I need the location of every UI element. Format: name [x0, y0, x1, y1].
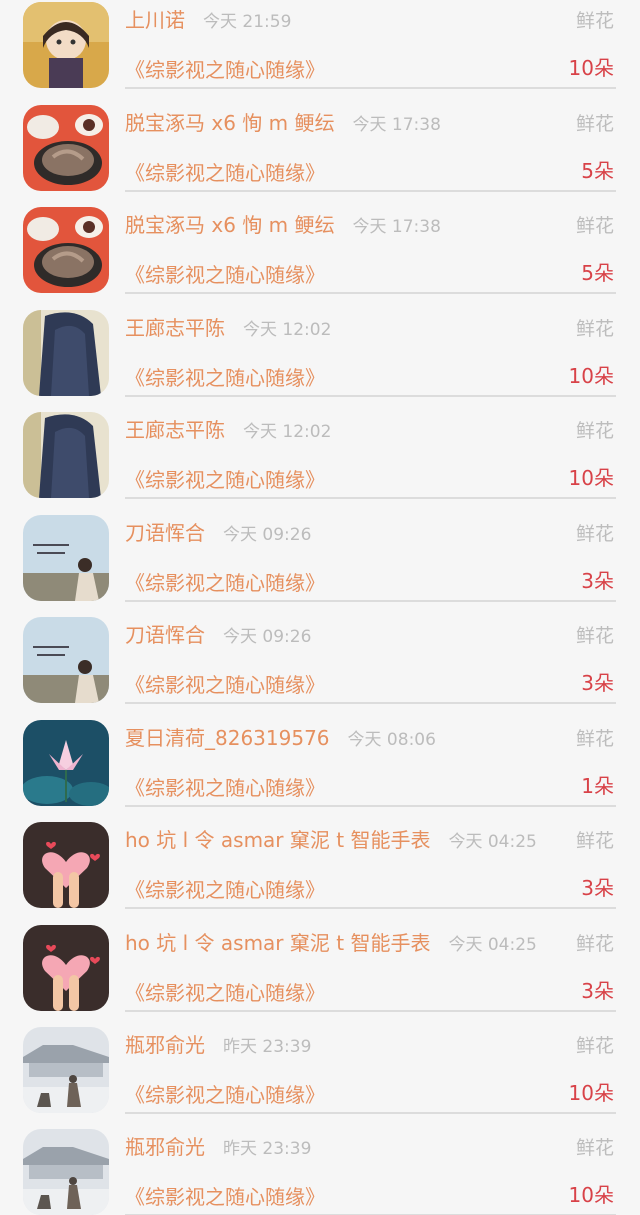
timestamp: 今天 08:06: [347, 730, 436, 750]
avatar[interactable]: [23, 1027, 109, 1113]
gift-type: 鲜花: [575, 933, 614, 955]
flower-count: 1朵: [581, 774, 614, 798]
gift-type: 鲜花: [575, 523, 614, 545]
book-title[interactable]: 《综影视之随心随缘》: [125, 259, 325, 288]
user-name: 王廊志平陈 今天 12:02: [125, 418, 332, 442]
list-item[interactable]: 上川诺 今天 21:59 鲜花 《综影视之随心随缘》 10朵: [0, 0, 640, 102]
gift-type: 鲜花: [575, 10, 614, 32]
gift-type: 鲜花: [575, 113, 614, 135]
gift-type: 鲜花: [575, 625, 614, 647]
divider: [125, 395, 616, 397]
gift-type: 鲜花: [575, 728, 614, 750]
avatar[interactable]: [23, 105, 109, 191]
book-title[interactable]: 《综影视之随心随缘》: [125, 1079, 325, 1108]
divider: [125, 600, 616, 602]
flower-count: 3朵: [581, 979, 614, 1003]
flower-gift-list: 上川诺 今天 21:59 鲜花 《综影视之随心随缘》 10朵 脱宝涿马 x6 恂 …: [0, 0, 640, 1215]
divider: [125, 907, 616, 909]
avatar[interactable]: [23, 925, 109, 1011]
list-item[interactable]: ho 坑 l 令 asmar 窠泥 t 智能手表 今天 04:25 鲜花 《综影视…: [0, 923, 640, 1025]
user-name: ho 坑 l 令 asmar 窠泥 t 智能手表 今天 04:25: [125, 931, 537, 955]
list-item[interactable]: 瓶邪俞光 昨天 23:39 鲜花 《综影视之随心随缘》 10朵: [0, 1127, 640, 1215]
flower-count: 5朵: [581, 159, 614, 183]
book-title[interactable]: 《综影视之随心随缘》: [125, 362, 325, 391]
book-title[interactable]: 《综影视之随心随缘》: [125, 464, 325, 493]
divider: [125, 190, 616, 192]
avatar[interactable]: [23, 515, 109, 601]
flower-count: 3朵: [581, 569, 614, 593]
flower-count: 3朵: [581, 671, 614, 695]
user-name: 刀语恽合 今天 09:26: [125, 521, 312, 545]
user-name: ho 坑 l 令 asmar 窠泥 t 智能手表 今天 04:25: [125, 828, 537, 852]
divider: [125, 1112, 616, 1114]
book-title[interactable]: 《综影视之随心随缘》: [125, 874, 325, 903]
avatar[interactable]: [23, 310, 109, 396]
flower-count: 10朵: [568, 364, 614, 388]
list-item[interactable]: 脱宝涿马 x6 恂 m 鲠纭 今天 17:38 鲜花 《综影视之随心随缘》 5朵: [0, 103, 640, 205]
list-item[interactable]: 脱宝涿马 x6 恂 m 鲠纭 今天 17:38 鲜花 《综影视之随心随缘》 5朵: [0, 205, 640, 307]
gift-type: 鲜花: [575, 420, 614, 442]
avatar[interactable]: [23, 2, 109, 88]
divider: [125, 87, 616, 89]
timestamp: 今天 09:26: [223, 525, 312, 545]
user-name: 脱宝涿马 x6 恂 m 鲠纭 今天 17:38: [125, 111, 441, 135]
avatar[interactable]: [23, 207, 109, 293]
timestamp: 今天 12:02: [243, 422, 332, 442]
user-name: 瓶邪俞光 昨天 23:39: [125, 1135, 312, 1159]
timestamp: 今天 12:02: [243, 320, 332, 340]
divider: [125, 1010, 616, 1012]
flower-count: 10朵: [568, 56, 614, 80]
book-title[interactable]: 《综影视之随心随缘》: [125, 669, 325, 698]
timestamp: 昨天 23:39: [223, 1139, 312, 1159]
book-title[interactable]: 《综影视之随心随缘》: [125, 772, 325, 801]
timestamp: 今天 21:59: [203, 12, 292, 32]
divider: [125, 805, 616, 807]
list-item[interactable]: 王廊志平陈 今天 12:02 鲜花 《综影视之随心随缘》 10朵: [0, 308, 640, 410]
gift-type: 鲜花: [575, 1137, 614, 1159]
gift-type: 鲜花: [575, 215, 614, 237]
avatar[interactable]: [23, 720, 109, 806]
book-title[interactable]: 《综影视之随心随缘》: [125, 977, 325, 1006]
avatar[interactable]: [23, 1129, 109, 1215]
avatar[interactable]: [23, 617, 109, 703]
flower-count: 3朵: [581, 876, 614, 900]
flower-count: 10朵: [568, 466, 614, 490]
user-name: 夏日清荷_826319576 今天 08:06: [125, 726, 436, 750]
user-name: 刀语恽合 今天 09:26: [125, 623, 312, 647]
gift-type: 鲜花: [575, 318, 614, 340]
timestamp: 今天 17:38: [352, 217, 441, 237]
list-item[interactable]: 王廊志平陈 今天 12:02 鲜花 《综影视之随心随缘》 10朵: [0, 410, 640, 512]
list-item[interactable]: 夏日清荷_826319576 今天 08:06 鲜花 《综影视之随心随缘》 1朵: [0, 718, 640, 820]
book-title[interactable]: 《综影视之随心随缘》: [125, 1181, 325, 1210]
timestamp: 昨天 23:39: [223, 1037, 312, 1057]
gift-type: 鲜花: [575, 830, 614, 852]
timestamp: 今天 04:25: [448, 935, 537, 955]
avatar[interactable]: [23, 822, 109, 908]
timestamp: 今天 04:25: [448, 832, 537, 852]
flower-count: 5朵: [581, 261, 614, 285]
list-item[interactable]: 刀语恽合 今天 09:26 鲜花 《综影视之随心随缘》 3朵: [0, 513, 640, 615]
user-name: 瓶邪俞光 昨天 23:39: [125, 1033, 312, 1057]
book-title[interactable]: 《综影视之随心随缘》: [125, 54, 325, 83]
book-title[interactable]: 《综影视之随心随缘》: [125, 567, 325, 596]
list-item[interactable]: ho 坑 l 令 asmar 窠泥 t 智能手表 今天 04:25 鲜花 《综影视…: [0, 820, 640, 922]
flower-count: 10朵: [568, 1081, 614, 1105]
divider: [125, 292, 616, 294]
timestamp: 今天 17:38: [352, 115, 441, 135]
user-name: 脱宝涿马 x6 恂 m 鲠纭 今天 17:38: [125, 213, 441, 237]
timestamp: 今天 09:26: [223, 627, 312, 647]
user-name: 上川诺 今天 21:59: [125, 8, 292, 32]
user-name: 王廊志平陈 今天 12:02: [125, 316, 332, 340]
divider: [125, 702, 616, 704]
flower-count: 10朵: [568, 1183, 614, 1207]
list-item[interactable]: 刀语恽合 今天 09:26 鲜花 《综影视之随心随缘》 3朵: [0, 615, 640, 717]
avatar[interactable]: [23, 412, 109, 498]
divider: [125, 497, 616, 499]
gift-type: 鲜花: [575, 1035, 614, 1057]
book-title[interactable]: 《综影视之随心随缘》: [125, 157, 325, 186]
list-item[interactable]: 瓶邪俞光 昨天 23:39 鲜花 《综影视之随心随缘》 10朵: [0, 1025, 640, 1127]
